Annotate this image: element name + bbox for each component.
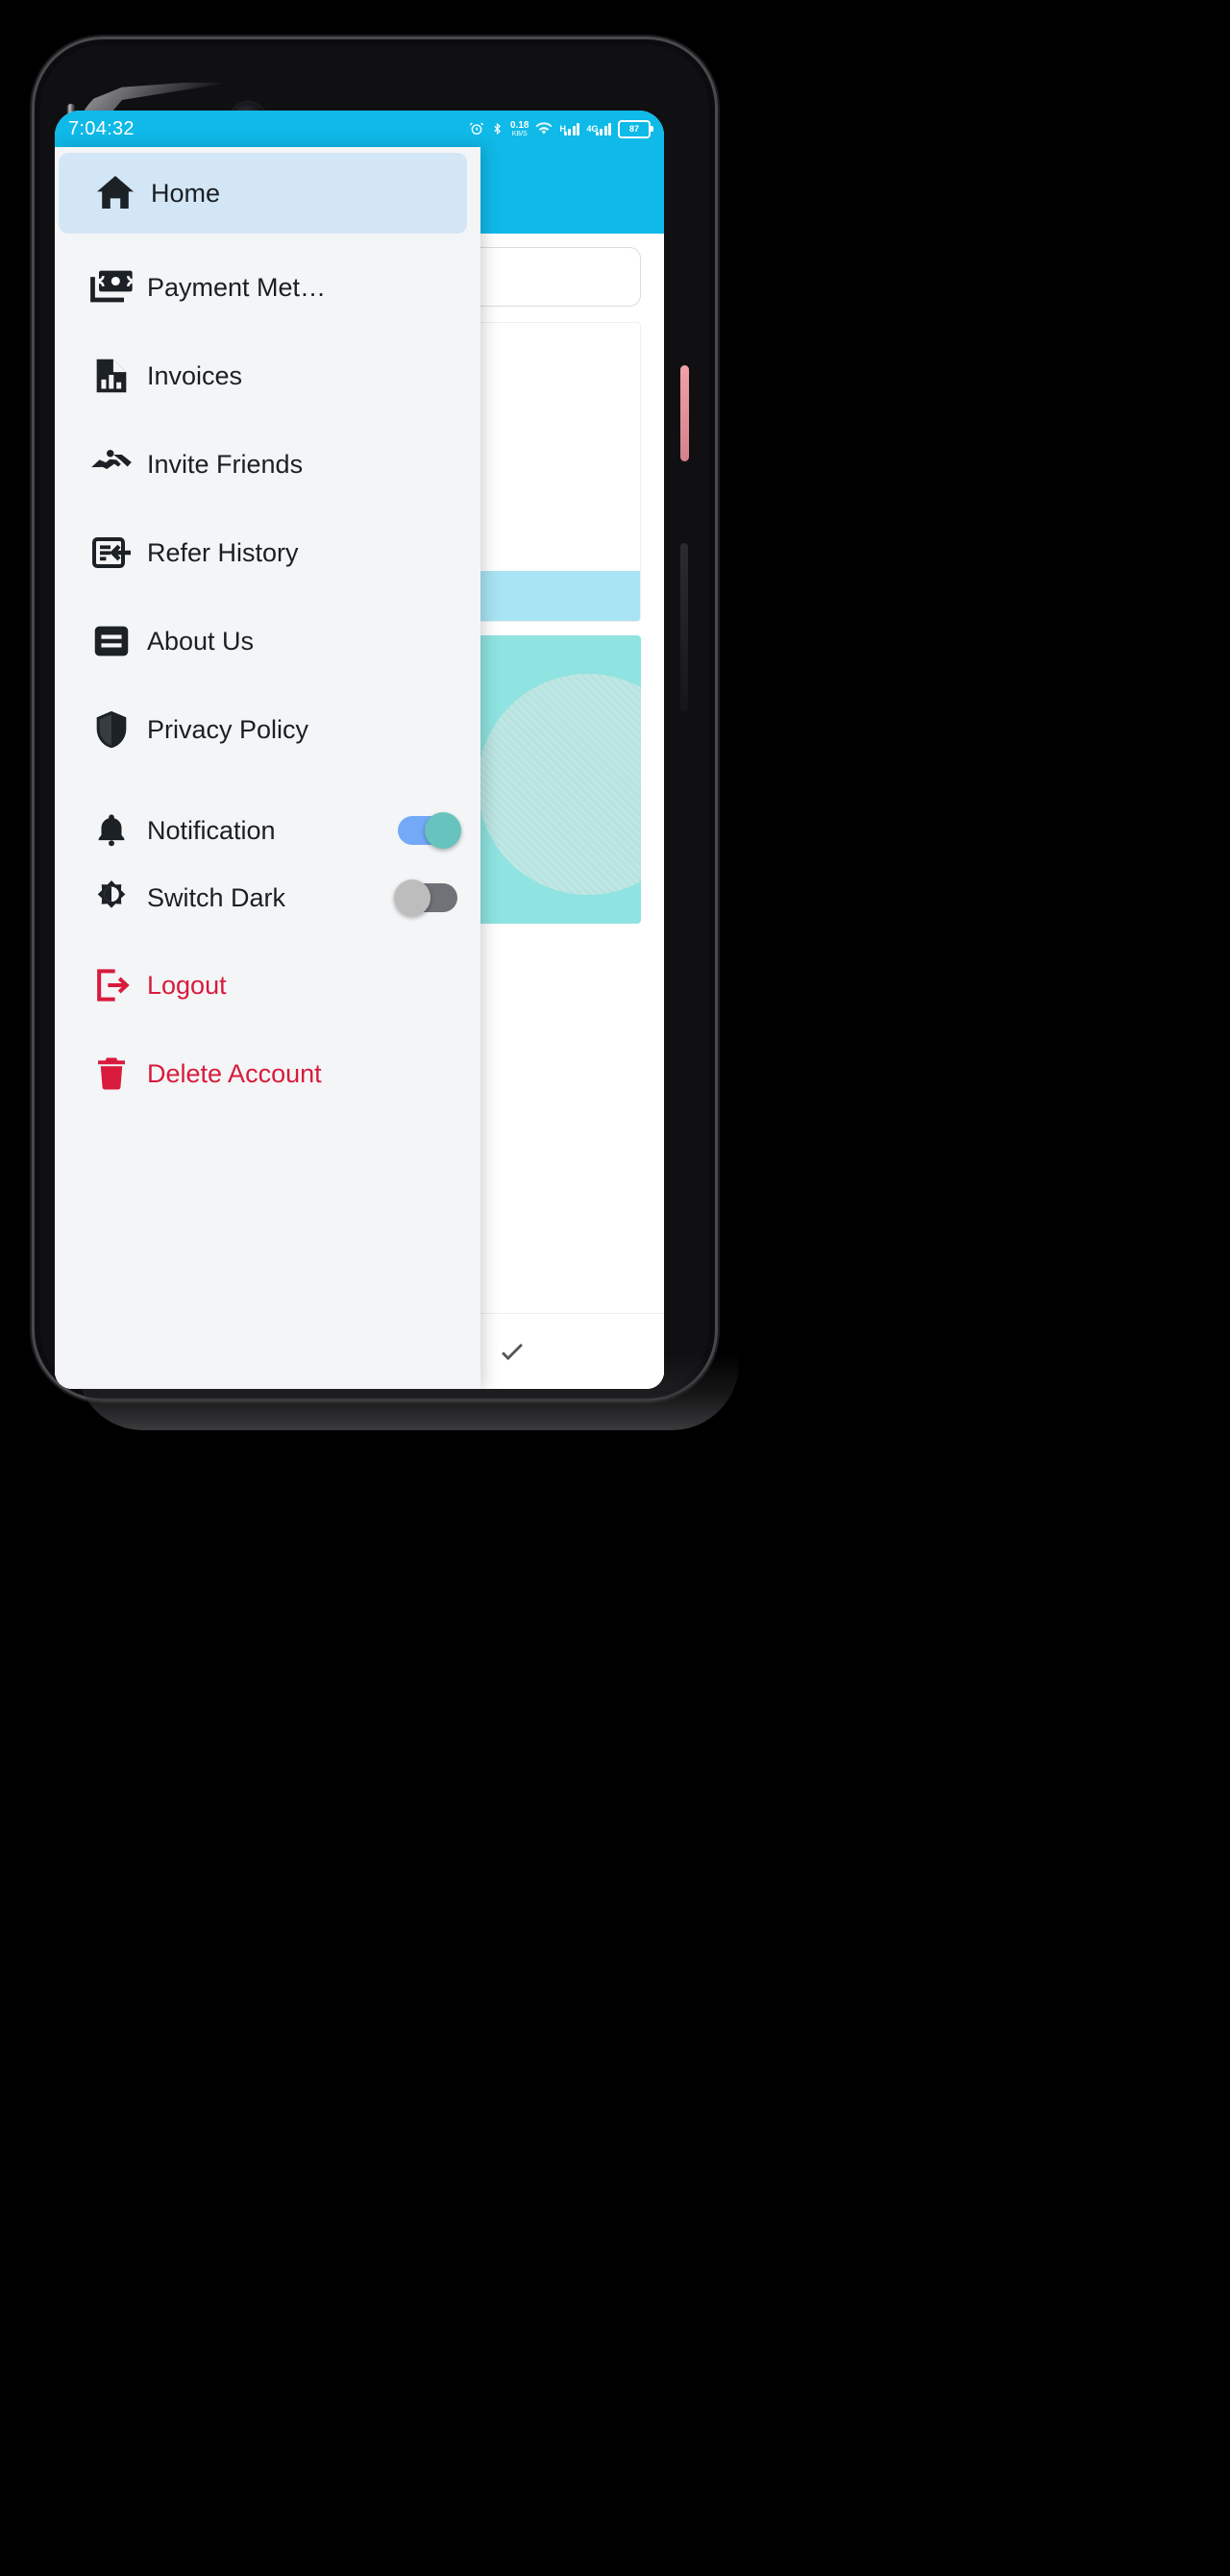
money-icon [76, 262, 147, 312]
wifi-icon [535, 122, 553, 136]
network-speed-value: 0.18 [510, 119, 529, 131]
invoice-chart-icon [76, 354, 147, 398]
notification-switch[interactable] [398, 812, 461, 849]
drawer-item-refer-history[interactable]: Refer History [55, 508, 480, 597]
drawer-item-invite-friends[interactable]: Invite Friends [55, 420, 480, 508]
drawer-item-payment-methods[interactable]: Payment Met… [55, 243, 480, 332]
drawer-item-label: Payment Met… [147, 272, 327, 302]
drawer-toggle-label: Notification [147, 815, 276, 845]
navigation-drawer: Home Payment Met… Invoices Invite Friend… [55, 147, 480, 1389]
signal-h-icon: H [559, 122, 580, 136]
status-icons: 0.18 KB/S H 4G 87 [469, 119, 653, 138]
drawer-item-privacy-policy[interactable]: Privacy Policy [55, 685, 480, 774]
drawer-item-label: Delete Account [147, 1058, 322, 1088]
status-bar: 7:04:32 0.18 KB/S H 4G 87 [55, 111, 664, 147]
drawer-toggle-label: Switch Dark [147, 882, 286, 912]
signal-4g-icon: 4G [586, 122, 611, 136]
volume-button[interactable] [680, 543, 688, 711]
drawer-item-label: Refer History [147, 537, 299, 567]
drawer-item-invoices[interactable]: Invoices [55, 332, 480, 420]
dark-mode-switch[interactable] [394, 879, 457, 916]
screen-content: Search... K KleanCor REFER FRIEN YOU GE … [55, 147, 664, 1389]
switch-knob [425, 812, 461, 849]
list-box-icon [76, 619, 147, 663]
power-button[interactable] [680, 365, 689, 461]
phone-screen: 7:04:32 0.18 KB/S H 4G 87 Home Payment M… [55, 111, 664, 1389]
bell-icon [76, 810, 147, 851]
brightness-icon [76, 877, 147, 919]
drawer-item-label: Invoices [147, 360, 243, 390]
drawer-item-label: Privacy Policy [147, 714, 309, 744]
drawer-item-delete-account[interactable]: Delete Account [55, 1029, 480, 1118]
refer-history-icon [76, 530, 147, 576]
handshake-icon [76, 440, 147, 488]
network-speed-unit: KB/S [511, 130, 528, 137]
trash-icon [76, 1053, 147, 1094]
drawer-item-label: Invite Friends [147, 449, 304, 479]
logout-icon [76, 964, 147, 1006]
drawer-toggle-notification[interactable]: Notification [55, 797, 480, 864]
shield-icon [76, 707, 147, 752]
drawer-toggle-switch-dark[interactable]: Switch Dark [55, 864, 480, 931]
status-time: 7:04:32 [68, 117, 135, 139]
drawer-item-label: Home [151, 178, 221, 208]
network-speed-indicator: 0.18 KB/S [510, 119, 529, 137]
drawer-item-logout[interactable]: Logout [55, 941, 480, 1029]
bluetooth-icon [491, 121, 504, 136]
drawer-item-about-us[interactable]: About Us [55, 597, 480, 685]
home-icon [80, 170, 151, 216]
drawer-item-label: About Us [147, 626, 255, 656]
battery-percent: 87 [628, 124, 639, 134]
alarm-icon [469, 121, 484, 136]
drawer-item-home[interactable]: Home [59, 153, 467, 234]
battery-icon: 87 [618, 119, 653, 138]
switch-knob [394, 879, 430, 916]
promo-decoration [478, 674, 641, 895]
drawer-item-label: Logout [147, 970, 227, 1000]
